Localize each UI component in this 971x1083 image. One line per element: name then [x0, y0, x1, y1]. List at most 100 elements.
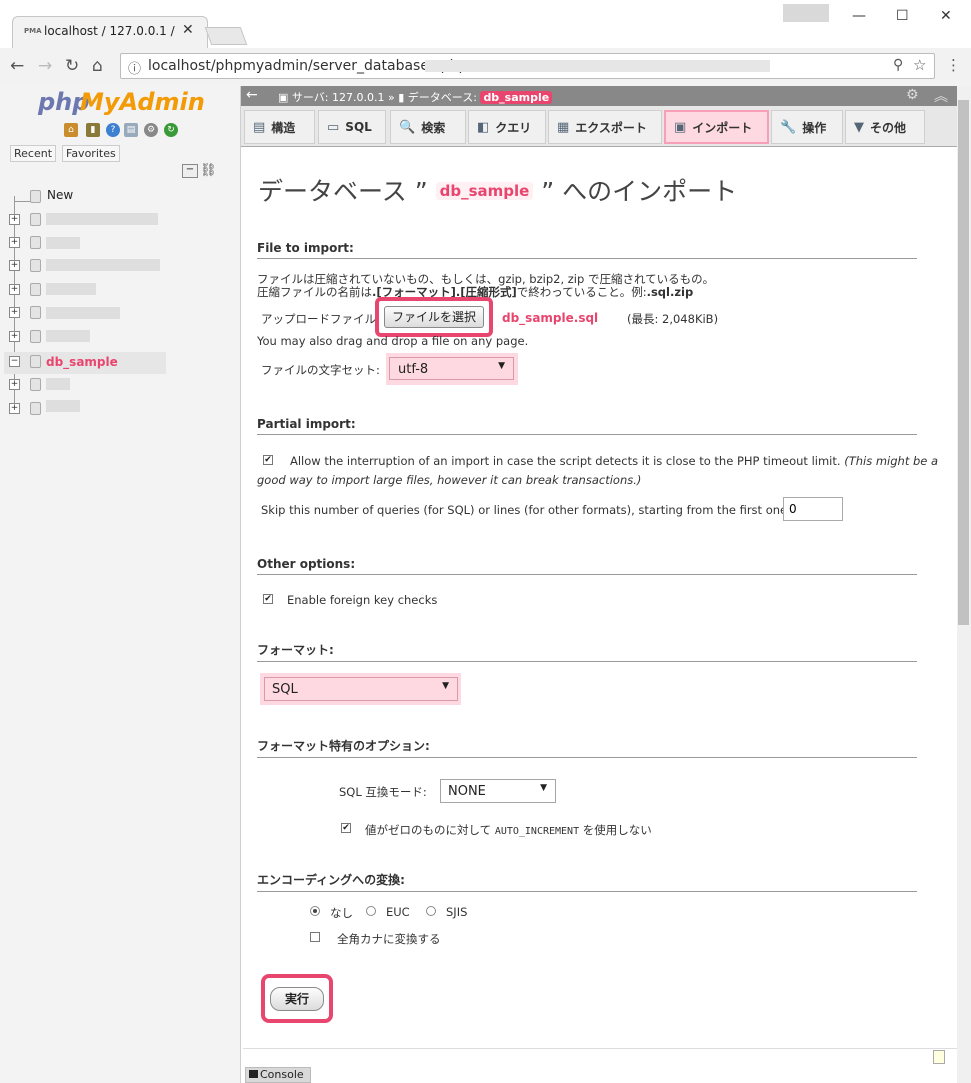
sql-compat-select[interactable]: NONE ▼ [440, 779, 556, 803]
favorites-button[interactable]: Favorites [62, 145, 120, 162]
new-database-link[interactable]: New [47, 188, 73, 202]
kana-checkbox[interactable] [310, 932, 320, 942]
allow-interrupt-checkbox[interactable]: ✔ [263, 455, 273, 465]
expand-icon[interactable]: + [9, 260, 20, 271]
database-icon [30, 330, 41, 343]
logo-myadmin[interactable]: MyAdmin [80, 88, 205, 116]
menu-icon[interactable]: ⋮ [946, 56, 961, 74]
database-icon [30, 378, 41, 391]
console-icon [249, 1070, 258, 1078]
forward-arrow-icon[interactable]: → [38, 56, 52, 76]
tab-wrench[interactable]: 🔧 操作 [771, 110, 843, 144]
tab-close-icon[interactable]: ✕ [182, 22, 194, 38]
radio-none[interactable] [310, 906, 320, 916]
collapse-all-icon[interactable]: − [182, 164, 198, 178]
database-item-redacted[interactable] [46, 378, 70, 390]
expand-icon[interactable]: + [9, 331, 20, 342]
refresh-icon[interactable]: ↻ [164, 123, 178, 137]
home-icon[interactable]: ⌂ [64, 123, 78, 137]
scrollbar-thumb[interactable] [958, 100, 969, 625]
skip-queries-input[interactable] [783, 497, 843, 521]
choose-file-button[interactable]: ファイルを選択 [384, 306, 484, 328]
database-item-redacted[interactable] [46, 283, 96, 295]
tab-structure[interactable]: ▤ 構造 [244, 110, 315, 144]
page-title-prefix: データベース ” [258, 177, 428, 206]
docs-icon[interactable]: ▤ [124, 123, 138, 137]
page-settings-gear-icon[interactable]: ⚙ [906, 87, 919, 103]
tab-label: 操作 [802, 120, 827, 135]
pma-favicon-icon: PMA [24, 27, 42, 35]
autoinc-label-b: AUTO_INCREMENT [494, 826, 580, 837]
link-icon[interactable]: ⛓ [200, 163, 217, 178]
radio-euc[interactable] [366, 906, 376, 916]
pin-icon[interactable]: ⚲ [893, 57, 903, 73]
collapse-nav-arrow-icon[interactable]: ← [246, 87, 258, 103]
tab-import[interactable]: ▣ インポート [664, 110, 769, 144]
expand-icon[interactable]: + [9, 307, 20, 318]
console-button[interactable]: Console [245, 1067, 311, 1083]
expand-icon[interactable]: + [9, 379, 20, 390]
query-icon: ◧ [477, 119, 490, 135]
database-icon [30, 306, 41, 319]
database-item-redacted[interactable] [46, 259, 160, 271]
settings-gear-icon[interactable]: ⚙ [144, 123, 158, 137]
back-arrow-icon[interactable]: ← [10, 56, 24, 76]
close-window-button[interactable]: ✕ [940, 8, 952, 24]
page-title: データベース ” db_sample ” へのインポート [258, 172, 737, 208]
go-button[interactable]: 実行 [270, 987, 324, 1011]
allow-interrupt-note-b: good way to import large files, however … [257, 473, 642, 487]
format-options-heading: フォーマット特有のオプション: [257, 737, 917, 758]
tab-chevron-down[interactable]: ▼ その他 [845, 110, 925, 144]
url-text[interactable]: localhost/phpmyadmin/server_databases.ph… [148, 58, 467, 74]
footer-divider [243, 1048, 957, 1049]
foreign-key-checkbox[interactable]: ✔ [263, 594, 273, 604]
home-icon[interactable]: ⌂ [92, 56, 103, 76]
database-item-redacted[interactable] [46, 237, 80, 249]
exit-icon[interactable]: ▮ [86, 123, 100, 137]
user-profile-button[interactable] [783, 4, 829, 22]
database-item-redacted[interactable] [46, 213, 158, 225]
tab-label: 構造 [271, 120, 296, 135]
collapse-top-icon[interactable]: ︽ [934, 86, 948, 106]
help-icon[interactable]: ? [106, 123, 120, 137]
new-tab-button[interactable] [204, 27, 248, 45]
notes-icon[interactable] [933, 1050, 945, 1064]
foreign-key-label: Enable foreign key checks [287, 593, 438, 607]
format-heading: フォーマット: [257, 641, 917, 662]
collapse-icon[interactable]: − [9, 356, 20, 367]
tab-sql[interactable]: ▭ SQL [318, 110, 386, 144]
tab-export[interactable]: ▦ エクスポート [548, 110, 662, 144]
database-item-redacted[interactable] [46, 330, 90, 342]
file-import-heading: File to import: [257, 241, 917, 259]
autoinc-row: 値がゼロのものに対して AUTO_INCREMENT を使用しない [365, 822, 652, 838]
desc2-a: 圧縮ファイルの名前は [257, 285, 372, 299]
charset-value: utf-8 [398, 362, 429, 377]
breadcrumb-db-name[interactable]: db_sample [480, 91, 553, 104]
maximize-button[interactable]: ☐ [896, 8, 909, 24]
bookmark-star-icon[interactable]: ☆ [913, 56, 926, 74]
tab-query[interactable]: ◧ クエリ [468, 110, 546, 144]
expand-icon[interactable]: + [9, 214, 20, 225]
desc2-c: で終わっていること。例: [516, 285, 647, 299]
radio-sjis[interactable] [426, 906, 436, 916]
partial-import-heading: Partial import: [257, 417, 917, 435]
minimize-button[interactable]: — [852, 8, 866, 24]
autoinc-checkbox[interactable]: ✔ [341, 823, 351, 833]
selected-database-name[interactable]: db_sample [46, 355, 118, 369]
kana-label: 全角カナに変換する [337, 932, 441, 946]
skip-label: Skip this number of queries (for SQL) or… [261, 503, 791, 517]
recent-button[interactable]: Recent [10, 145, 57, 162]
tab-search[interactable]: 🔍 検索 [390, 110, 466, 144]
breadcrumb-server[interactable]: サーバ: 127.0.0.1 [292, 91, 385, 104]
reload-icon[interactable]: ↻ [65, 56, 79, 76]
format-select[interactable]: SQL ▼ [264, 677, 458, 701]
expand-icon[interactable]: + [9, 403, 20, 414]
database-item-redacted[interactable] [46, 307, 120, 319]
search-icon: 🔍 [399, 119, 416, 135]
database-icon [30, 402, 41, 415]
expand-icon[interactable]: + [9, 284, 20, 295]
expand-icon[interactable]: + [9, 237, 20, 248]
database-item-redacted[interactable] [46, 400, 80, 412]
charset-select[interactable]: utf-8 ▼ [389, 357, 514, 380]
info-icon[interactable]: ⓘ [128, 58, 141, 77]
